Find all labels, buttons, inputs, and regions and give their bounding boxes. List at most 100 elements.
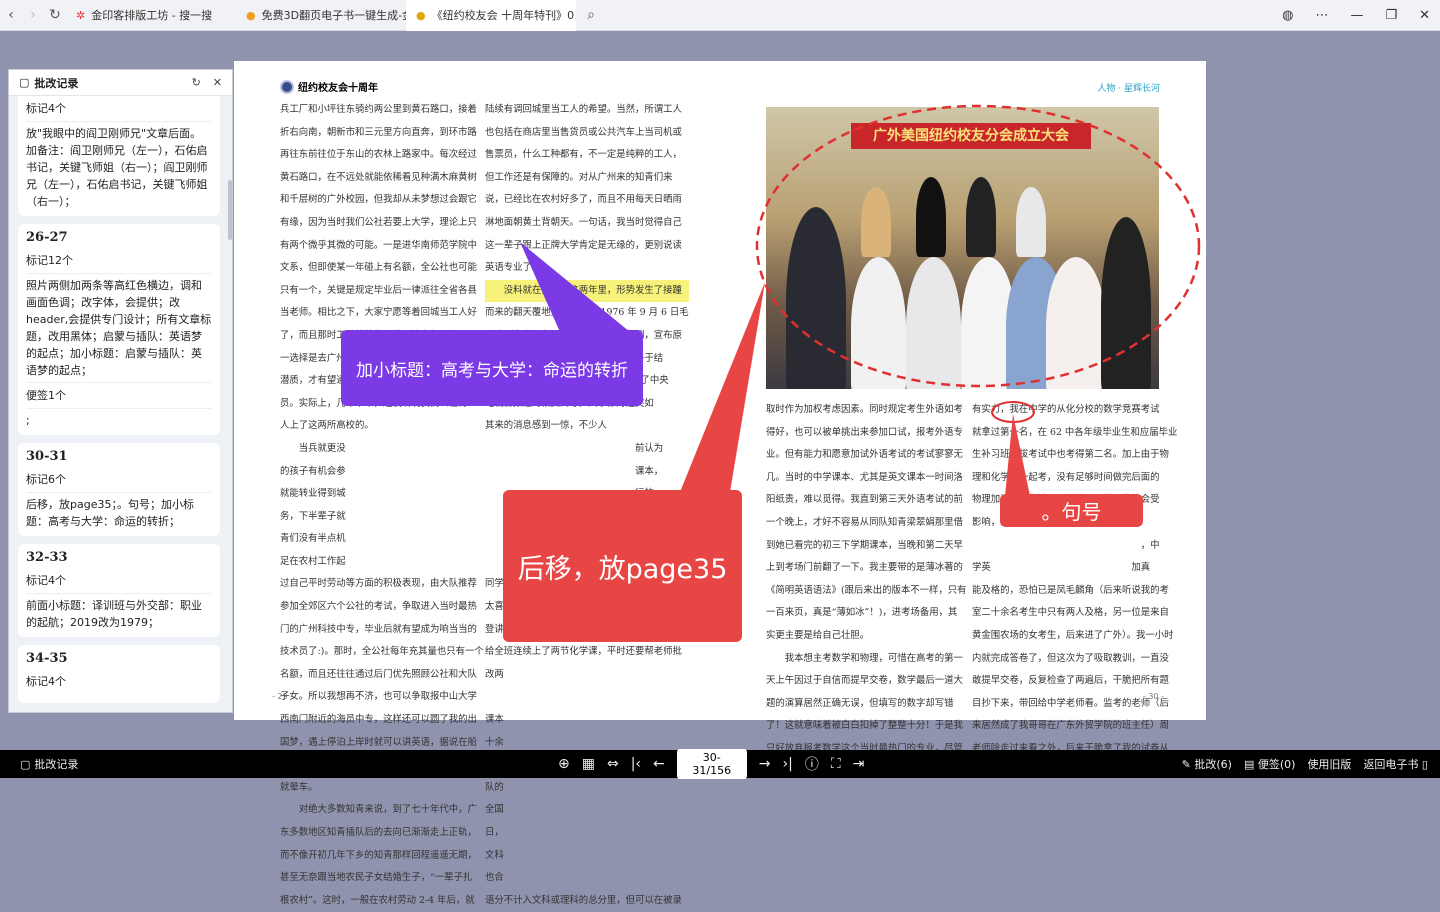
leaf-icon: ● xyxy=(246,8,256,22)
text-line: 了！这就意味着被白白扣掉了整整十分！于是我 xyxy=(766,720,963,732)
text-line: 就拿过第一名，在 62 中各年级毕业生和应届毕业 xyxy=(972,426,1178,438)
text-line: 只有一个，关键是规定毕业后一律派往全省各县 xyxy=(280,284,477,296)
text-line: 东多数地区知青插队后的去向已渐渐走上正轨， xyxy=(280,827,477,838)
text-line: 日， xyxy=(485,827,504,838)
close-icon[interactable]: ✕ xyxy=(213,76,222,89)
text-line: 西南门附近的海员中专，这样还可以圆了我的出 xyxy=(280,714,477,726)
text-line: 也合 xyxy=(485,872,504,884)
text-line: 其来的消息感到一惊，不少人 xyxy=(485,420,607,432)
period-annotation[interactable]: 。句号 xyxy=(1000,494,1143,527)
text-line: 语分不计入文科或理科的总分里，但可以在被录 xyxy=(485,894,682,906)
prev-page-icon[interactable]: ← xyxy=(653,756,665,772)
text-column: 兵工厂和小坪往东骑约两公里到黄石路口，接着 折右向南，朝新市和三元里方向直奔，到环… xyxy=(280,99,484,912)
text-line: 当兵就更没 xyxy=(280,442,346,454)
text-line: 再往东前往位于东山的农林上路家中。每次经过 xyxy=(280,149,477,161)
text-line: 对绝大多数知青来说，到了七十年代中，广 xyxy=(280,804,477,816)
record-card[interactable]: 30-31 标记6个 后移，放page35；。句号；加小标题：高考与大学：命运的转折… xyxy=(18,443,220,536)
globe-icon[interactable]: ◍ xyxy=(1282,8,1293,23)
back-to-ebook-button[interactable]: 返回电子书 ▯ xyxy=(1363,756,1428,772)
record-card[interactable]: 32-33 标记4个 前面小标题：译训班与外交部：职业的起航；2019改为1979； xyxy=(18,544,220,637)
text-line xyxy=(485,686,689,709)
text-line: 淋地面朝黄土背朝天。一句话，我当时觉得自己 xyxy=(485,216,682,228)
text-line: 几。当时的中学课本、尤其是英文课本一时间洛 xyxy=(766,471,963,483)
page-number-right: - 30 - xyxy=(1142,692,1164,701)
text-line: 文系，但即使某一年碰上有名额，全公社也可能 xyxy=(280,262,477,274)
photo-banner: 广外美国纽约校友分会成立大会 xyxy=(851,123,1091,149)
text-line: 陆续有调回城里当工人的希望。当然，所谓工人 xyxy=(485,104,682,115)
restore-icon[interactable]: ❐ xyxy=(1385,8,1397,23)
first-page-icon[interactable]: |‹ xyxy=(631,756,641,772)
text-line: 足在农村工作起 xyxy=(280,555,346,567)
record-card[interactable]: 标记4个 放"我眼中的阎卫刚师兄"文章后面。加备注：阎卫刚师兄（左一），石佑启书记… xyxy=(18,96,220,216)
text-line: 和千层树的广外校园，但我却从未梦想过会跟它 xyxy=(280,194,477,206)
minimize-icon[interactable]: — xyxy=(1350,8,1363,23)
text-line: 兵工厂和小坪往东骑约两公里到黄石路口，接着 xyxy=(280,104,477,115)
text-column: 有实力，我在中学的从化分校的数学竞赛考试 就拿过第一名，在 62 中各年级毕业生和… xyxy=(972,399,1177,783)
text-line: 门的广州科技中专，毕业后就有望成为响当当的 xyxy=(280,623,477,635)
text-line: 就晕车。 xyxy=(280,781,318,793)
more-icon[interactable]: ⋯ xyxy=(1315,8,1328,23)
info-icon[interactable]: ⓘ xyxy=(805,754,819,774)
comment-icon: ▢ xyxy=(19,76,30,89)
text-line: 我本想主考数学和物理，可惜在高考的第一 xyxy=(766,652,963,664)
text-line: 得好，也可以被单挑出来参加口试，报考外语专 xyxy=(766,426,963,438)
browser-tab[interactable]: ●免费3D翻页电子书一键生成-金印客 xyxy=(236,0,406,31)
text-line: 就能转业得到城 xyxy=(280,488,346,500)
record-card[interactable]: 34-35 标记4个 xyxy=(18,645,220,703)
forward-icon[interactable]: › xyxy=(22,7,44,23)
text-line: 实更主要是给自己壮胆。 xyxy=(766,629,870,641)
exit-icon[interactable]: ⇥ xyxy=(853,756,865,772)
text-line: 队的 xyxy=(485,781,504,793)
text-line: 有两个微乎其微的可能。一是进华南师范学院中 xyxy=(280,239,477,251)
zoom-in-icon[interactable]: ⊕ xyxy=(558,756,570,772)
page-header-left: 纽约校友会十周年 xyxy=(280,79,378,94)
back-icon[interactable]: ‹ xyxy=(0,7,22,23)
browser-tab[interactable]: ✲ 金印客排版工坊 - 搜一搜 xyxy=(66,0,236,31)
old-version-button[interactable]: 使用旧版 xyxy=(1307,756,1351,772)
revision-records-panel: ▢ 批改记录 ↻ ✕ 标记4个 放"我眼中的阎卫刚师兄"文章后面。加备注：阎卫刚师兄（左… xyxy=(8,69,233,713)
comment-icon: ▢ xyxy=(20,757,31,771)
text-line: 但工作还是有保障的。对从广州来的知青们来 xyxy=(485,171,673,183)
text-line: 过自己平时劳动等方面的积极表现，由大队推荐 xyxy=(280,578,477,590)
panel-header: ▢ 批改记录 ↻ ✕ xyxy=(9,70,232,96)
text-line: 而来的翻天覆地变化。先是 1976 年 9 月 6 日毛 xyxy=(485,307,689,319)
text-line: 青们没有半点机 xyxy=(280,533,346,545)
fit-width-icon[interactable]: ⇔ xyxy=(607,756,619,772)
search-icon[interactable]: ⌕ xyxy=(580,7,602,23)
text-line: 人上了这两所高校的。 xyxy=(280,420,374,432)
text-line: 题的演算居然正确无误，但填写的数字却写错 xyxy=(766,697,954,709)
text-line: 课本， xyxy=(485,465,664,477)
reload-icon[interactable]: ↻ xyxy=(44,7,66,23)
text-line: 务，下半辈子就 xyxy=(280,510,346,522)
grid-icon[interactable]: ▦ xyxy=(582,756,595,772)
records-button[interactable]: ▢ 批改记录 xyxy=(20,756,78,772)
page-input[interactable]: 30-31/156 xyxy=(676,749,747,779)
move-annotation[interactable]: 后移，放page35 xyxy=(503,490,742,642)
browser-tab-active[interactable]: ●《纽约校友会 十周年特刊》0✕ xyxy=(406,0,576,31)
record-card[interactable]: 26-27 标记12个 照片两侧加两条等高红色横边，调和画面色调；改字体，会提供；改… xyxy=(18,224,220,435)
text-line: 天上午因过于自信而提早交卷，数学最后一道大 xyxy=(766,675,963,687)
annotate-button[interactable]: ✎ 批改(6) xyxy=(1182,756,1232,772)
text-line: 名额，而且还往往通过后门优先照顾公社和大队 xyxy=(280,668,477,680)
text-line: 说，已经比在农村好多了，而且不用每天日晒雨 xyxy=(485,194,682,206)
page-number-left: - 29 - xyxy=(272,692,294,701)
text-line: 没料就在我插队这两年里，形势发生了接踵 xyxy=(485,279,689,303)
scrollbar[interactable] xyxy=(228,180,232,240)
text-line: 一百来页，真是“薄如冰”！)，进考场备用，其 xyxy=(766,607,958,619)
refresh-icon[interactable]: ↻ xyxy=(192,76,201,89)
text-line: 英语专业了。 xyxy=(485,262,542,274)
text-line: 内就完成答卷了，但这次为了吸取教训，一直没 xyxy=(972,652,1169,664)
close-window-icon[interactable]: ✕ xyxy=(1419,8,1430,23)
text-line: 售票员，什么工种都有，不一定是纯粹的工人， xyxy=(485,149,682,161)
subtitle-annotation[interactable]: 加小标题：高考与大学：命运的转折 xyxy=(341,330,643,406)
last-page-icon[interactable]: ›| xyxy=(783,756,793,772)
text-line: 室二十余名考生中只有两人及格，另一位是来自 xyxy=(972,607,1169,619)
text-line: 也包括在商店里当售货员或公共汽车上当司机或 xyxy=(485,126,682,138)
text-line: 有缘，因为当时我们公社若要上大学，理论上只 xyxy=(280,216,477,228)
text-line: 而不像开初几年下乡的知青那样回程遥遥无期， xyxy=(280,849,477,861)
fullscreen-icon[interactable]: ⛶ xyxy=(831,756,841,772)
next-page-icon[interactable]: → xyxy=(759,756,771,772)
text-line: 文科 xyxy=(485,849,504,861)
text-line: 折右向南，朝新市和三元里方向直奔，到环市路 xyxy=(280,126,477,138)
notes-button[interactable]: ▤ 便签(0) xyxy=(1244,756,1295,772)
